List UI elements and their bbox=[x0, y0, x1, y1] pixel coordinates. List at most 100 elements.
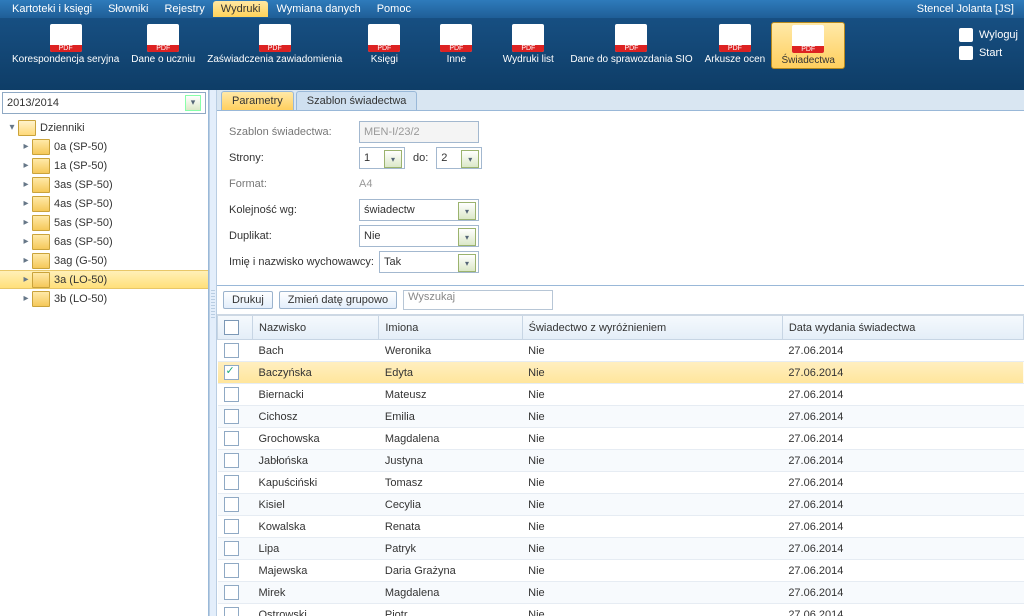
cell: Jabłońska bbox=[253, 450, 379, 472]
menu-item[interactable]: Wydruki bbox=[213, 1, 269, 17]
start-button[interactable]: Start bbox=[959, 46, 1002, 60]
column-header[interactable]: Data wydania świadectwa bbox=[782, 316, 1023, 340]
row-checkbox[interactable] bbox=[224, 387, 239, 402]
page-from-select[interactable]: 1▾ bbox=[359, 147, 405, 169]
template-label: Szablon świadectwa: bbox=[229, 126, 359, 138]
row-checkbox[interactable] bbox=[224, 585, 239, 600]
cell: 27.06.2014 bbox=[782, 516, 1023, 538]
ribbon-item[interactable]: Korespondencja seryjna bbox=[6, 22, 125, 69]
tree-node[interactable]: ▸3ag (G-50) bbox=[0, 251, 208, 270]
menu-item[interactable]: Pomoc bbox=[369, 1, 419, 17]
splitter-handle[interactable] bbox=[209, 90, 217, 616]
tab[interactable]: Parametry bbox=[221, 91, 294, 110]
menu-item[interactable]: Rejestry bbox=[156, 1, 212, 17]
tree-node[interactable]: ▸3b (LO-50) bbox=[0, 289, 208, 308]
cell: Renata bbox=[379, 516, 522, 538]
row-checkbox[interactable] bbox=[224, 497, 239, 512]
row-checkbox[interactable] bbox=[224, 431, 239, 446]
row-checkbox[interactable] bbox=[224, 365, 239, 380]
cell: Nie bbox=[522, 472, 782, 494]
students-grid: NazwiskoImionaŚwiadectwo z wyróżnieniemD… bbox=[217, 315, 1024, 616]
table-row[interactable]: BaczyńskaEdytaNie27.06.2014 bbox=[218, 362, 1024, 384]
column-header[interactable]: Nazwisko bbox=[253, 316, 379, 340]
row-checkbox[interactable] bbox=[224, 607, 239, 616]
cell: Kapuściński bbox=[253, 472, 379, 494]
table-row[interactable]: GrochowskaMagdalenaNie27.06.2014 bbox=[218, 428, 1024, 450]
tree-node[interactable]: ▸6as (SP-50) bbox=[0, 232, 208, 251]
print-button[interactable]: Drukuj bbox=[223, 291, 273, 309]
ribbon-item[interactable]: Świadectwa bbox=[771, 22, 845, 69]
tab[interactable]: Szablon świadectwa bbox=[296, 91, 418, 110]
cell: Weronika bbox=[379, 340, 522, 362]
column-header[interactable]: Imiona bbox=[379, 316, 522, 340]
cell: Edyta bbox=[379, 362, 522, 384]
row-checkbox[interactable] bbox=[224, 343, 239, 358]
table-row[interactable]: MirekMagdalenaNie27.06.2014 bbox=[218, 582, 1024, 604]
ribbon-item-label: Wydruki list bbox=[503, 54, 554, 65]
table-row[interactable]: KapuścińskiTomaszNie27.06.2014 bbox=[218, 472, 1024, 494]
row-checkbox[interactable] bbox=[224, 563, 239, 578]
ribbon-item-label: Inne bbox=[447, 54, 466, 65]
table-row[interactable]: BachWeronikaNie27.06.2014 bbox=[218, 340, 1024, 362]
page-to-select[interactable]: 2▾ bbox=[436, 147, 482, 169]
grid-toolbar: Drukuj Zmień datę grupowo Wyszukaj bbox=[217, 286, 1024, 315]
school-year-select[interactable]: 2013/2014▾ bbox=[2, 92, 206, 114]
tutor-label: Imię i nazwisko wychowawcy: bbox=[229, 256, 379, 268]
tree-root[interactable]: ▾Dzienniki bbox=[0, 118, 208, 137]
search-input[interactable]: Wyszukaj bbox=[403, 290, 553, 310]
pdf-icon bbox=[719, 24, 751, 52]
change-date-group-button[interactable]: Zmień datę grupowo bbox=[279, 291, 397, 309]
tree-node[interactable]: ▸0a (SP-50) bbox=[0, 137, 208, 156]
cell: 27.06.2014 bbox=[782, 538, 1023, 560]
chevron-down-icon: ▾ bbox=[458, 228, 476, 246]
select-all-header[interactable] bbox=[218, 316, 253, 340]
row-checkbox[interactable] bbox=[224, 541, 239, 556]
checkbox-icon bbox=[224, 320, 239, 335]
row-checkbox[interactable] bbox=[224, 519, 239, 534]
cell: 27.06.2014 bbox=[782, 340, 1023, 362]
pages-label: Strony: bbox=[229, 152, 359, 164]
tree-node[interactable]: ▸3a (LO-50) bbox=[0, 270, 208, 289]
row-checkbox[interactable] bbox=[224, 409, 239, 424]
table-row[interactable]: KowalskaRenataNie27.06.2014 bbox=[218, 516, 1024, 538]
menu-item[interactable]: Kartoteki i księgi bbox=[4, 1, 100, 17]
duplicate-select[interactable]: Nie▾ bbox=[359, 225, 479, 247]
cell: 27.06.2014 bbox=[782, 494, 1023, 516]
ribbon-item[interactable]: Arkusze ocen bbox=[699, 22, 772, 69]
pdf-icon bbox=[440, 24, 472, 52]
row-checkbox[interactable] bbox=[224, 453, 239, 468]
ribbon-item[interactable]: Inne bbox=[420, 22, 492, 69]
logout-button[interactable]: Wyloguj bbox=[959, 28, 1018, 42]
table-row[interactable]: BiernackiMateuszNie27.06.2014 bbox=[218, 384, 1024, 406]
row-checkbox[interactable] bbox=[224, 475, 239, 490]
table-row[interactable]: OstrowskiPiotrNie27.06.2014 bbox=[218, 604, 1024, 616]
cell: Nie bbox=[522, 494, 782, 516]
column-header[interactable]: Świadectwo z wyróżnieniem bbox=[522, 316, 782, 340]
cell: Nie bbox=[522, 516, 782, 538]
ribbon-item[interactable]: Zaświadczenia zawiadomienia bbox=[201, 22, 348, 69]
chevron-down-icon: ▾ bbox=[458, 254, 476, 272]
cell: Majewska bbox=[253, 560, 379, 582]
table-row[interactable]: KisielCecyliaNie27.06.2014 bbox=[218, 494, 1024, 516]
folder-icon bbox=[32, 234, 50, 250]
table-row[interactable]: MajewskaDaria GrażynaNie27.06.2014 bbox=[218, 560, 1024, 582]
table-row[interactable]: CichoszEmiliaNie27.06.2014 bbox=[218, 406, 1024, 428]
table-row[interactable]: JabłońskaJustynaNie27.06.2014 bbox=[218, 450, 1024, 472]
table-row[interactable]: LipaPatrykNie27.06.2014 bbox=[218, 538, 1024, 560]
menu-item[interactable]: Wymiana danych bbox=[268, 1, 368, 17]
chevron-down-icon: ▾ bbox=[458, 202, 476, 220]
folder-icon bbox=[32, 272, 50, 288]
tree-node[interactable]: ▸5as (SP-50) bbox=[0, 213, 208, 232]
ribbon-item[interactable]: Dane o uczniu bbox=[125, 22, 201, 69]
tutor-select[interactable]: Tak▾ bbox=[379, 251, 479, 273]
tree-node[interactable]: ▸3as (SP-50) bbox=[0, 175, 208, 194]
ribbon-item[interactable]: Dane do sprawozdania SIO bbox=[564, 22, 698, 69]
folder-icon bbox=[32, 177, 50, 193]
tree-node[interactable]: ▸1a (SP-50) bbox=[0, 156, 208, 175]
tree-node[interactable]: ▸4as (SP-50) bbox=[0, 194, 208, 213]
cell: Nie bbox=[522, 604, 782, 616]
menu-item[interactable]: Słowniki bbox=[100, 1, 156, 17]
ribbon-item[interactable]: Wydruki list bbox=[492, 22, 564, 69]
ribbon-item[interactable]: Księgi bbox=[348, 22, 420, 69]
order-select[interactable]: świadectw▾ bbox=[359, 199, 479, 221]
